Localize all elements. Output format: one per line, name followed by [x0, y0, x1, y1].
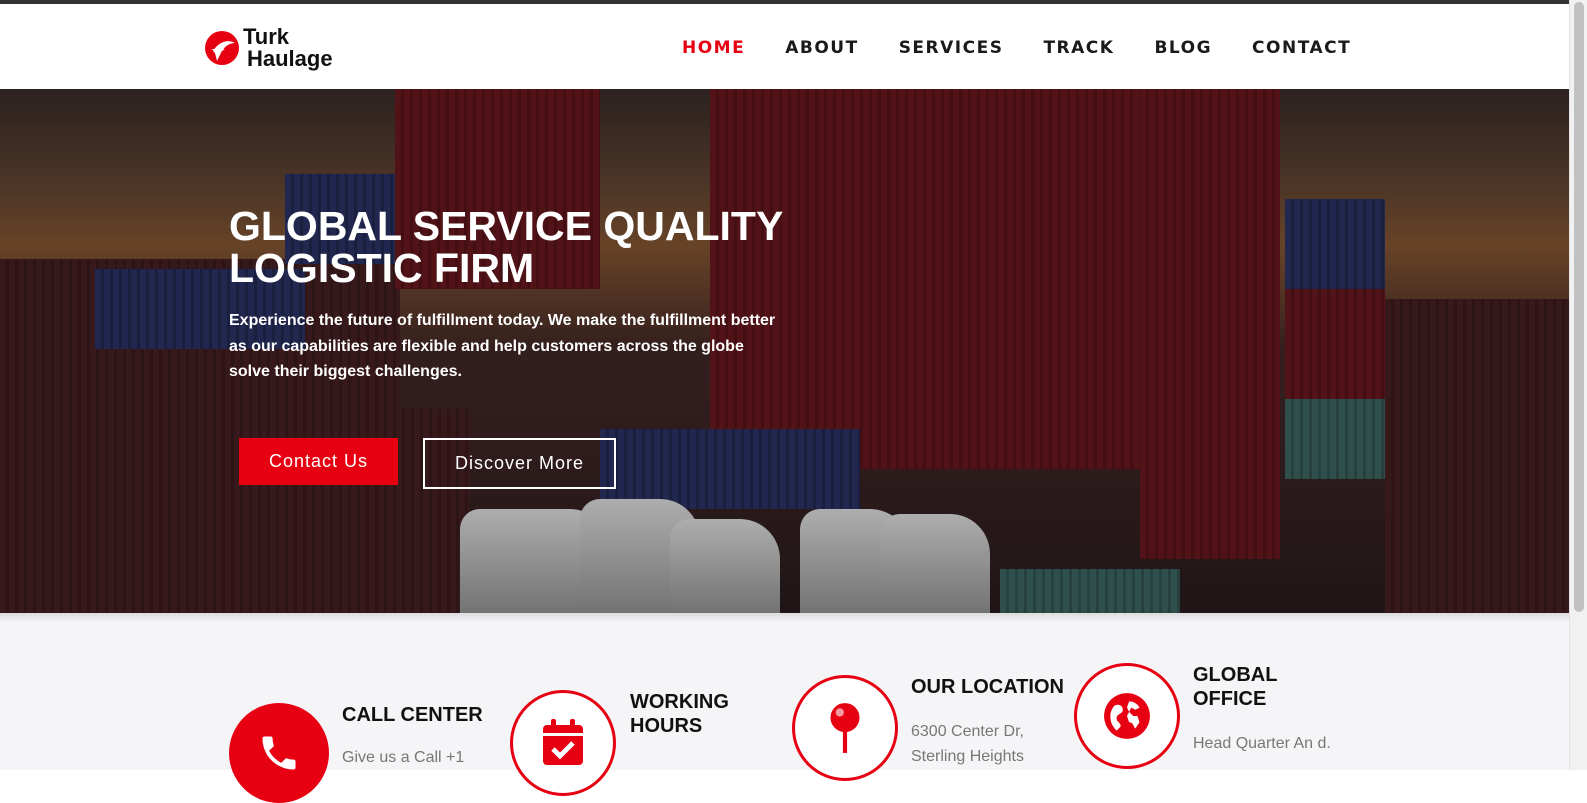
call-center-icon-circle	[229, 703, 329, 803]
call-center-title: CALL CENTER	[342, 704, 483, 726]
main-nav: HOME ABOUT SERVICES TRACK BLOG CONTACT	[682, 38, 1351, 58]
hero-section: GLOBAL SERVICE QUALITY LOGISTIC FIRM Exp…	[0, 89, 1570, 613]
working-hours-icon-circle	[510, 690, 616, 796]
nav-track[interactable]: TRACK	[1043, 38, 1114, 58]
nav-home[interactable]: HOME	[682, 38, 745, 58]
scrollbar-thumb[interactable]	[1574, 2, 1584, 612]
brand-wordmark: Turk Haulage	[243, 26, 333, 70]
hero-description: Experience the future of fulfillment tod…	[229, 312, 776, 380]
phone-icon	[262, 736, 296, 770]
global-office-icon-circle	[1074, 663, 1180, 769]
page-scrollbar[interactable]	[1569, 0, 1587, 770]
global-office-title: GLOBAL OFFICE	[1193, 664, 1278, 710]
nav-blog[interactable]: BLOG	[1154, 38, 1212, 58]
brand-line1: Turk	[243, 24, 290, 49]
site-header: Turk Haulage HOME ABOUT SERVICES TRACK B…	[0, 4, 1587, 89]
discover-more-button[interactable]: Discover More	[423, 438, 616, 489]
nav-about[interactable]: ABOUT	[785, 38, 858, 58]
map-pin-icon	[830, 703, 860, 753]
call-center-text: Give us a Call +1	[342, 749, 465, 766]
our-location-icon-circle	[792, 675, 898, 781]
working-hours-title: WORKING HOURS	[630, 691, 729, 737]
brand-logo-icon	[205, 31, 239, 65]
brand-logo[interactable]: Turk Haulage	[205, 26, 333, 70]
nav-services[interactable]: SERVICES	[899, 38, 1004, 58]
info-bar: CALL CENTER Give us a Call +1 WORKING HO…	[0, 613, 1570, 803]
nav-contact[interactable]: CONTACT	[1252, 38, 1351, 58]
our-location-title: OUR LOCATION	[911, 676, 1064, 698]
info-bar-shadow	[0, 613, 1570, 623]
our-location-text: 6300 Center Dr, Sterling Heights	[911, 723, 1024, 765]
global-office-text: Head Quarter An d.	[1193, 735, 1331, 752]
hero-title: GLOBAL SERVICE QUALITY LOGISTIC FIRM	[229, 203, 783, 291]
globe-icon	[1104, 693, 1150, 739]
contact-us-button[interactable]: Contact Us	[239, 438, 398, 485]
calendar-check-icon	[543, 719, 583, 765]
brand-line2: Haulage	[247, 46, 333, 71]
